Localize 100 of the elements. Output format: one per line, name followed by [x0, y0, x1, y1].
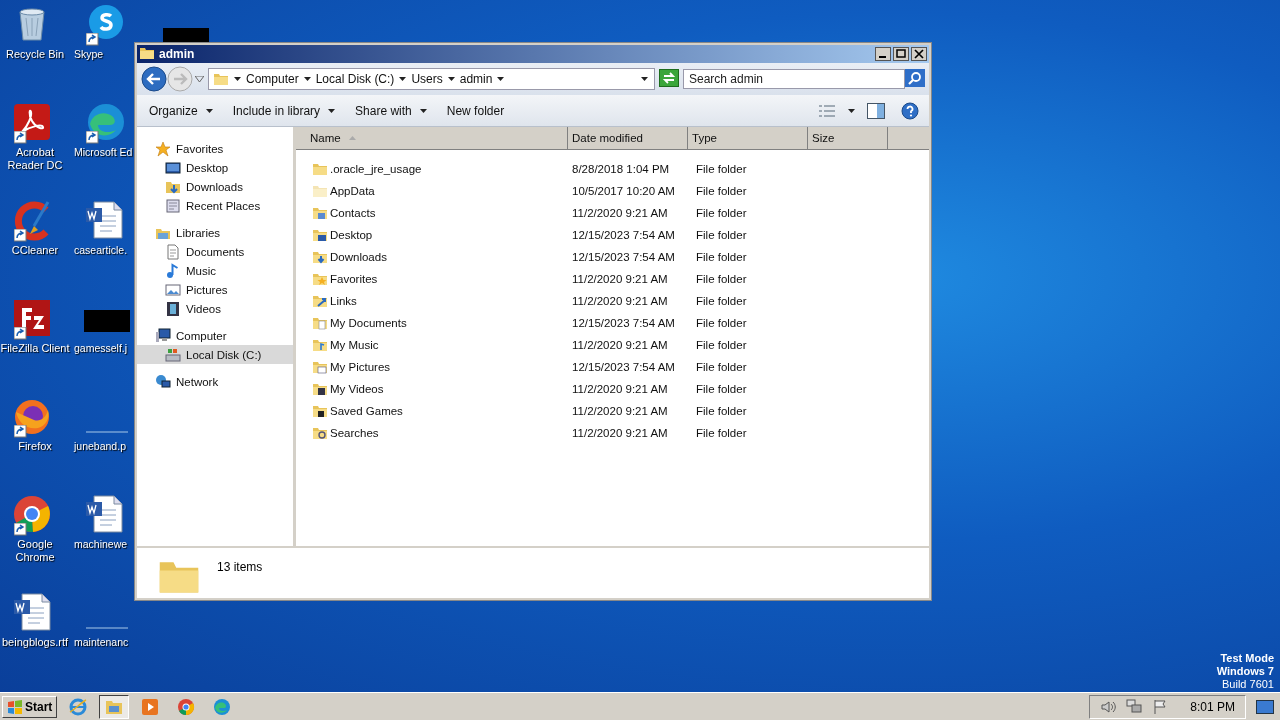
show-desktop-button[interactable]	[1256, 699, 1274, 714]
file-name[interactable]: Searches	[312, 425, 568, 441]
speaker-icon[interactable]	[1100, 698, 1117, 715]
media-player-icon	[141, 697, 160, 716]
folder-icon	[213, 71, 229, 87]
caret-icon	[303, 77, 311, 81]
file-name[interactable]: My Videos	[312, 381, 568, 397]
file-name[interactable]: Links	[312, 293, 568, 309]
table-cell-text: File folder	[695, 229, 748, 241]
desktop-icon-label[interactable]: casearticle.	[74, 244, 128, 257]
help-button[interactable]	[901, 101, 919, 120]
window-title: admin	[159, 47, 196, 61]
network-icon	[155, 373, 171, 390]
sidebar-item[interactable]: Pictures	[137, 280, 293, 299]
file-name[interactable]: My Documents	[312, 315, 568, 331]
sidebar-item[interactable]: Computer	[137, 326, 293, 345]
sidebar-item[interactable]: Local Disk (C:)	[137, 345, 293, 364]
table-cell-text: 11/2/2020 9:21 AM	[571, 339, 669, 351]
table-cell-text: 11/2/2020 9:21 AM	[571, 383, 669, 395]
table-cell-text: File folder	[695, 361, 748, 373]
refresh-button[interactable]	[659, 68, 679, 87]
file-name[interactable]: My Pictures	[312, 359, 568, 375]
table-cell-text: 12/15/2023 7:54 AM	[571, 361, 676, 373]
network-icon[interactable]	[1126, 698, 1143, 715]
table-cell-text: 10/5/2017 10:20 AM	[571, 185, 676, 197]
redaction-bar	[163, 28, 209, 42]
column-header[interactable]: Type	[688, 127, 808, 149]
preview-pane-button[interactable]	[867, 102, 885, 119]
table-cell-text: File folder	[695, 295, 748, 307]
search-field[interactable]: Search admin	[683, 69, 905, 89]
search-button[interactable]	[905, 68, 925, 87]
close-button[interactable]	[911, 47, 927, 61]
column-header[interactable]: Size	[808, 127, 888, 149]
desktop-icon-label[interactable]: Google Chrome	[0, 538, 70, 564]
breadcrumb-item[interactable]: Local Disk (C:)	[315, 72, 395, 86]
back-button[interactable]	[141, 66, 167, 92]
table-cell-text: 11/2/2020 9:21 AM	[571, 427, 669, 439]
sidebar-item[interactable]: Downloads	[137, 177, 293, 196]
sidebar-item[interactable]: Recent Places	[137, 196, 293, 215]
caret-icon	[497, 77, 505, 81]
breadcrumb-item[interactable]: Users	[411, 72, 443, 86]
table-cell-text: File folder	[695, 185, 748, 197]
maximize-button[interactable]	[893, 47, 909, 61]
desktop-icon-label[interactable]: FileZilla Client	[0, 342, 70, 355]
caret-icon	[447, 77, 455, 81]
table-cell-text: 11/2/2020 9:21 AM	[571, 295, 669, 307]
address-bar[interactable]: Computer Local Disk (C:) Users admin	[208, 68, 655, 90]
breadcrumb-item[interactable]: Computer	[246, 72, 299, 86]
table-cell-text: 11/2/2020 9:21 AM	[571, 273, 669, 285]
toolbar-button[interactable]: Include in library	[226, 100, 342, 121]
sidebar-item[interactable]: Favorites	[137, 139, 293, 158]
table-cell-text: File folder	[695, 383, 748, 395]
file-name[interactable]: .oracle_jre_usage	[312, 161, 568, 177]
table-cell-text: File folder	[695, 207, 748, 219]
file-name[interactable]: AppData	[312, 183, 568, 199]
table-cell-text: File folder	[695, 405, 748, 417]
file-name[interactable]: Downloads	[312, 249, 568, 265]
windows-logo-icon	[7, 699, 23, 714]
chrome-icon	[177, 697, 196, 716]
star-icon	[155, 140, 171, 157]
desktop-icon-label[interactable]: Skype	[74, 48, 104, 61]
file-name[interactable]: Saved Games	[312, 403, 568, 419]
sidebar-item[interactable]: Libraries	[137, 223, 293, 242]
column-header[interactable]: Date modified	[568, 127, 688, 149]
caret-icon	[234, 77, 241, 81]
breadcrumb-item[interactable]: admin	[459, 72, 493, 86]
desktop-icon-label[interactable]: maintenanc	[74, 636, 129, 649]
desktop-icon-label[interactable]: gamesself.j	[74, 342, 128, 355]
file-name[interactable]: Favorites	[312, 271, 568, 287]
sidebar-item[interactable]: Videos	[137, 299, 293, 318]
sidebar-item[interactable]: Music	[137, 261, 293, 280]
file-name[interactable]: Contacts	[312, 205, 568, 221]
column-header[interactable]: Name	[296, 127, 568, 149]
caret-icon	[195, 76, 204, 82]
item-count: 13 items	[217, 560, 263, 574]
toolbar-button[interactable]: Share with	[349, 100, 433, 121]
file-name[interactable]: My Music	[312, 337, 568, 353]
start-button[interactable]: Start	[2, 695, 58, 718]
desktop-icon-label[interactable]: CCleaner	[11, 244, 59, 257]
sidebar-item[interactable]: Documents	[137, 242, 293, 261]
desktop-icon-label[interactable]: beingblogs.rtf	[1, 636, 68, 649]
clock[interactable]: 8:01 PM	[1190, 699, 1235, 714]
music-note-icon	[165, 262, 181, 279]
flag-icon[interactable]	[1152, 698, 1169, 715]
desktop-icon-label[interactable]: Recycle Bin	[5, 48, 65, 61]
toolbar-button[interactable]: New folder	[440, 100, 511, 121]
toolbar-button[interactable]: Organize	[143, 100, 219, 121]
sidebar-item[interactable]: Network	[137, 372, 293, 391]
desktop-icon-label[interactable]: juneband.p	[74, 440, 126, 453]
desktop-icon-label[interactable]: Firefox	[18, 440, 52, 453]
folder-taskbar-button[interactable]	[99, 694, 130, 719]
system-text: Build 7601	[1221, 678, 1274, 691]
minimize-button[interactable]	[875, 47, 891, 61]
disk-drive-icon	[165, 346, 181, 363]
desktop-icon-label[interactable]: Microsoft Ed	[74, 146, 133, 159]
desktop-icon-label[interactable]: machinewe	[74, 538, 128, 551]
table-cell-text: 12/15/2023 7:54 AM	[571, 229, 676, 241]
desktop-icon-label[interactable]: Acrobat Reader DC	[0, 146, 70, 172]
sidebar-item[interactable]: Desktop	[137, 158, 293, 177]
file-name[interactable]: Desktop	[312, 227, 568, 243]
